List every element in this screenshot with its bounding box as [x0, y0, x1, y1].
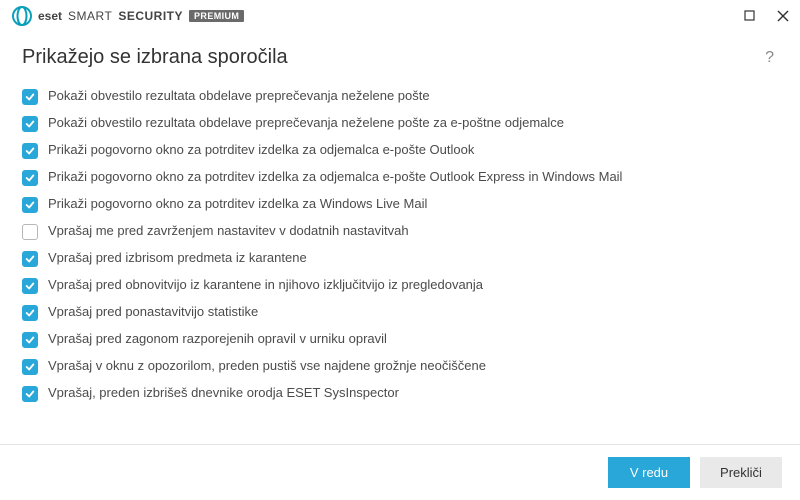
option-row: Vprašaj, preden izbrišeš dnevnike orodja… [22, 380, 782, 407]
option-checkbox[interactable] [22, 332, 38, 348]
option-row: Prikaži pogovorno okno za potrditev izde… [22, 137, 782, 164]
option-label: Vprašaj, preden izbrišeš dnevnike orodja… [48, 385, 399, 402]
brand-product-bold: SECURITY [118, 9, 183, 23]
brand-badge: PREMIUM [189, 10, 244, 22]
option-row: Vprašaj pred zagonom razporejenih opravi… [22, 326, 782, 353]
option-row: Pokaži obvestilo rezultata obdelave prep… [22, 110, 782, 137]
dialog-header: Prikažejo se izbrana sporočila ? [0, 32, 800, 83]
option-checkbox[interactable] [22, 170, 38, 186]
window-controls [740, 7, 792, 25]
option-row: Prikaži pogovorno okno za potrditev izde… [22, 191, 782, 218]
option-label: Vprašaj v oknu z opozorilom, preden pust… [48, 358, 486, 375]
cancel-button[interactable]: Prekliči [700, 457, 782, 488]
brand-eset: eset [38, 9, 62, 23]
option-checkbox[interactable] [22, 89, 38, 105]
option-label: Vprašaj pred zagonom razporejenih opravi… [48, 331, 387, 348]
option-label: Prikaži pogovorno okno za potrditev izde… [48, 196, 427, 213]
dialog-footer: V redu Prekliči [0, 444, 800, 500]
option-checkbox[interactable] [22, 143, 38, 159]
option-row: Vprašaj pred ponastavitvijo statistike [22, 299, 782, 326]
titlebar: eset SMART SECURITY PREMIUM [0, 0, 800, 32]
option-row: Pokaži obvestilo rezultata obdelave prep… [22, 83, 782, 110]
brand: eset SMART SECURITY PREMIUM [12, 6, 244, 26]
option-checkbox[interactable] [22, 197, 38, 213]
maximize-icon [744, 10, 755, 21]
eset-logo-icon [12, 6, 32, 26]
option-checkbox[interactable] [22, 278, 38, 294]
option-label: Vprašaj pred izbrisom predmeta iz karant… [48, 250, 307, 267]
option-checkbox[interactable] [22, 251, 38, 267]
option-label: Vprašaj pred ponastavitvijo statistike [48, 304, 258, 321]
close-icon [777, 10, 789, 22]
option-label: Vprašaj me pred zavrženjem nastavitev v … [48, 223, 409, 240]
content-wrap: Pokaži obvestilo rezultata obdelave prep… [0, 83, 800, 444]
brand-product-light: SMART [68, 9, 112, 23]
option-row: Vprašaj pred izbrisom predmeta iz karant… [22, 245, 782, 272]
option-checkbox[interactable] [22, 116, 38, 132]
help-button[interactable]: ? [761, 49, 778, 67]
option-checkbox[interactable] [22, 224, 38, 240]
options-list[interactable]: Pokaži obvestilo rezultata obdelave prep… [22, 83, 794, 444]
option-label: Pokaži obvestilo rezultata obdelave prep… [48, 88, 430, 105]
option-row: Vprašaj me pred zavrženjem nastavitev v … [22, 218, 782, 245]
option-row: Prikaži pogovorno okno za potrditev izde… [22, 164, 782, 191]
maximize-button[interactable] [740, 7, 758, 25]
option-label: Vprašaj pred obnovitvijo iz karantene in… [48, 277, 483, 294]
option-label: Prikaži pogovorno okno za potrditev izde… [48, 169, 622, 186]
option-checkbox[interactable] [22, 359, 38, 375]
close-button[interactable] [774, 7, 792, 25]
option-checkbox[interactable] [22, 386, 38, 402]
option-checkbox[interactable] [22, 305, 38, 321]
page-title: Prikažejo se izbrana sporočila [22, 46, 288, 69]
ok-button[interactable]: V redu [608, 457, 690, 488]
option-row: Vprašaj pred obnovitvijo iz karantene in… [22, 272, 782, 299]
option-label: Prikaži pogovorno okno za potrditev izde… [48, 142, 474, 159]
option-row: Vprašaj v oknu z opozorilom, preden pust… [22, 353, 782, 380]
option-label: Pokaži obvestilo rezultata obdelave prep… [48, 115, 564, 132]
